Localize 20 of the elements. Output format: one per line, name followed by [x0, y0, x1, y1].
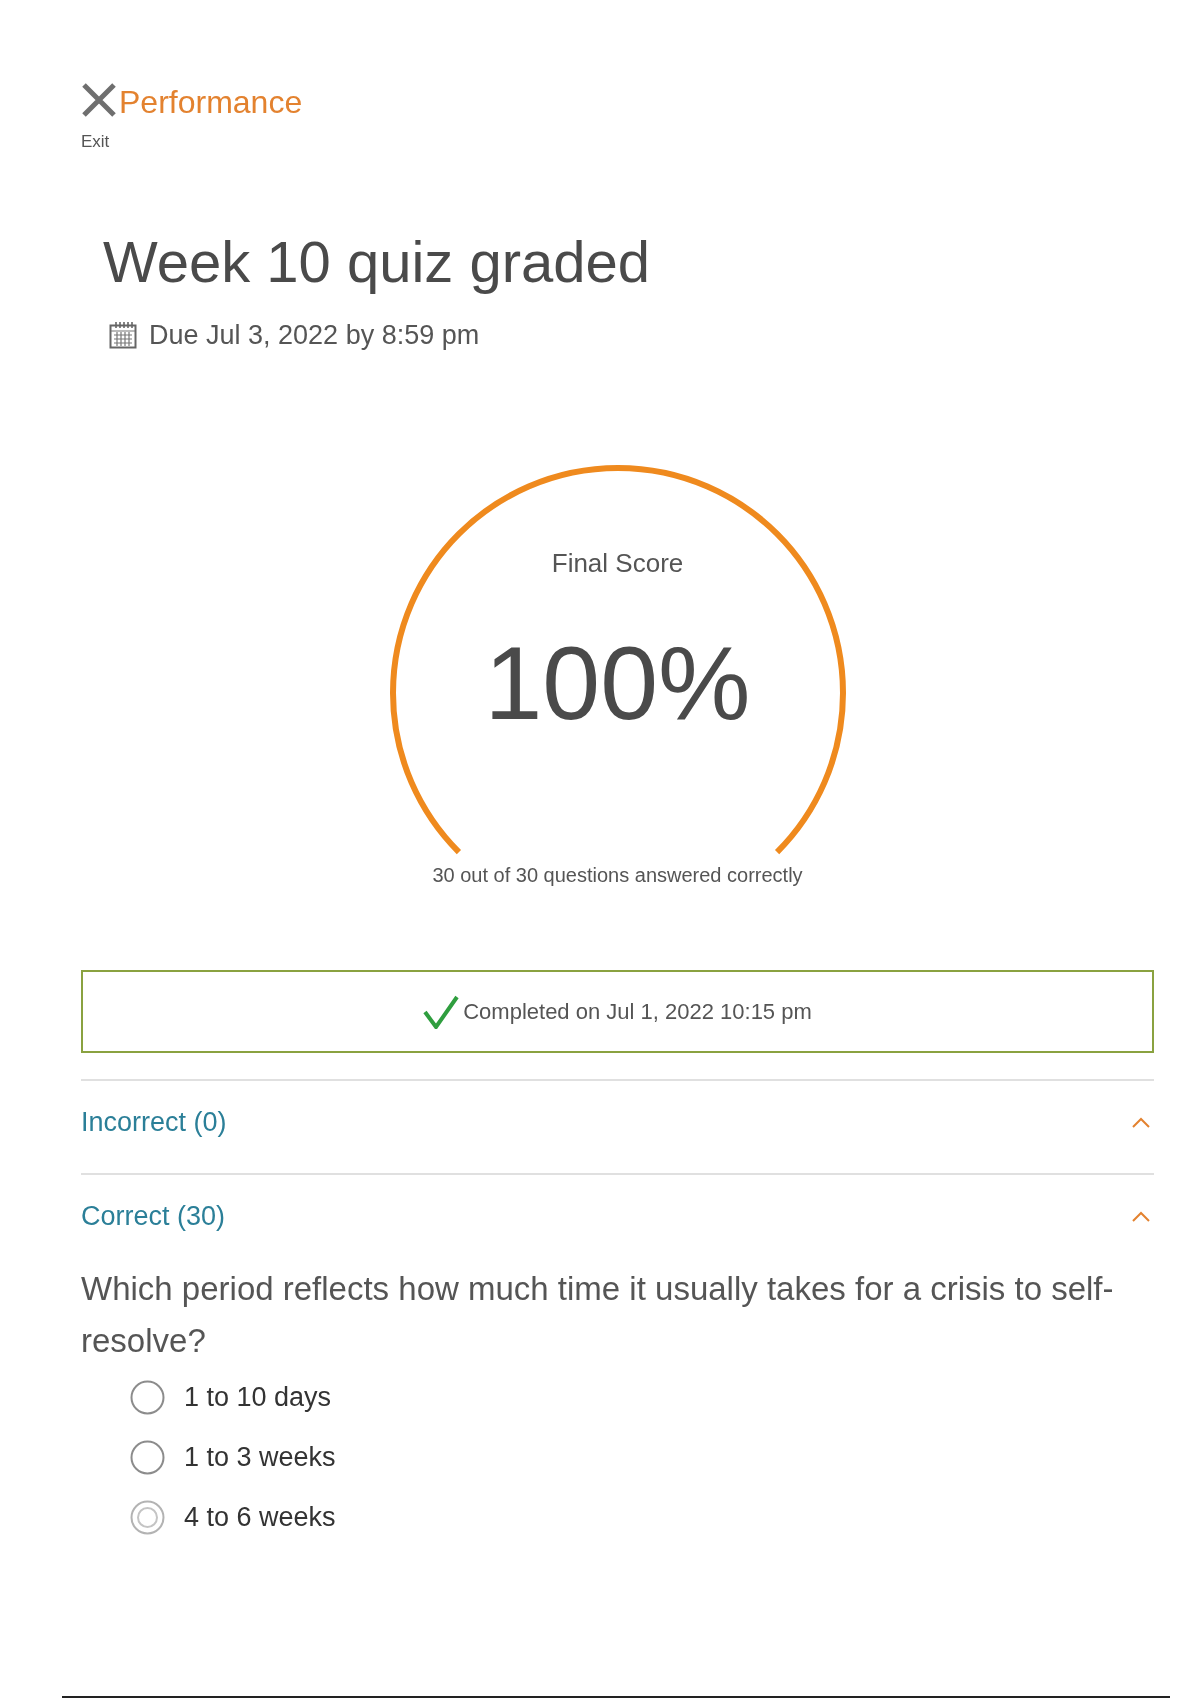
exit-button[interactable]: Exit	[81, 83, 117, 152]
check-icon	[423, 994, 460, 1029]
quiz-title: Week 10 quiz graded	[103, 230, 652, 294]
close-icon	[81, 83, 117, 117]
radio-button[interactable]	[130, 1499, 165, 1535]
section-header[interactable]: Incorrect (0)	[81, 1081, 1154, 1173]
radio-button[interactable]	[130, 1379, 165, 1415]
page-title: Performance	[119, 84, 303, 120]
section-header[interactable]: Correct (30)	[81, 1175, 1154, 1267]
calendar-icon	[109, 321, 137, 349]
due-date: Due Jul 3, 2022 by 8:59 pm	[149, 319, 480, 352]
completion-text: Completed on Jul 1, 2022 10:15 pm	[463, 998, 812, 1025]
option-label: 4 to 6 weeks	[184, 1501, 336, 1533]
score-value: 100%	[484, 625, 751, 741]
score-summary: 30 out of 30 questions answered correctly	[432, 863, 803, 887]
option-label: 1 to 3 weeks	[184, 1441, 336, 1473]
question-text: Which period reflects how much time it usually takes for a crisis to self-resolve?	[81, 1269, 1115, 1361]
option-label: 1 to 10 days	[184, 1381, 332, 1413]
score-label: Final Score	[551, 547, 684, 580]
radio-button[interactable]	[130, 1439, 165, 1475]
